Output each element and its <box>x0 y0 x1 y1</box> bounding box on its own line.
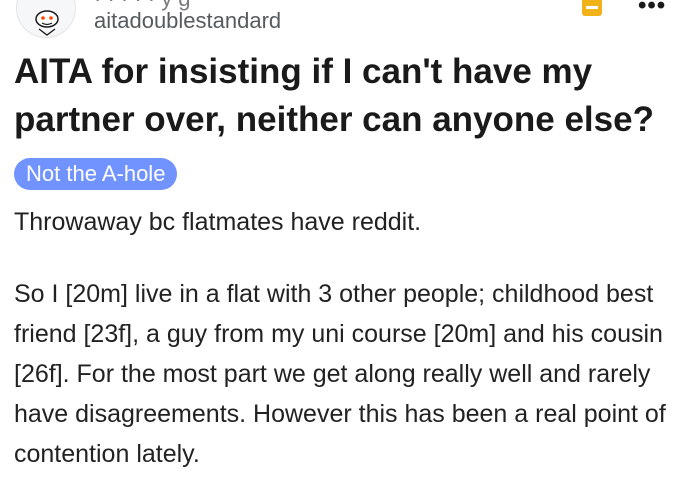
post-title[interactable]: AITA for insisting if I can't have my pa… <box>14 48 674 144</box>
post-flair[interactable]: Not the A-hole <box>14 158 178 190</box>
body-paragraph: So I [20m] live in a flat with 3 other p… <box>14 280 666 468</box>
more-options-icon[interactable]: ••• <box>638 0 666 20</box>
author-avatar[interactable] <box>16 0 76 38</box>
award-icon[interactable] <box>580 0 604 23</box>
snoo-icon <box>35 10 59 36</box>
author-username[interactable]: aitadoublestandard <box>94 8 281 34</box>
body-paragraph: Throwaway bc flatmates have reddit. <box>14 208 422 236</box>
post-body: Throwaway bc flatmates have reddit. So I… <box>14 202 676 474</box>
